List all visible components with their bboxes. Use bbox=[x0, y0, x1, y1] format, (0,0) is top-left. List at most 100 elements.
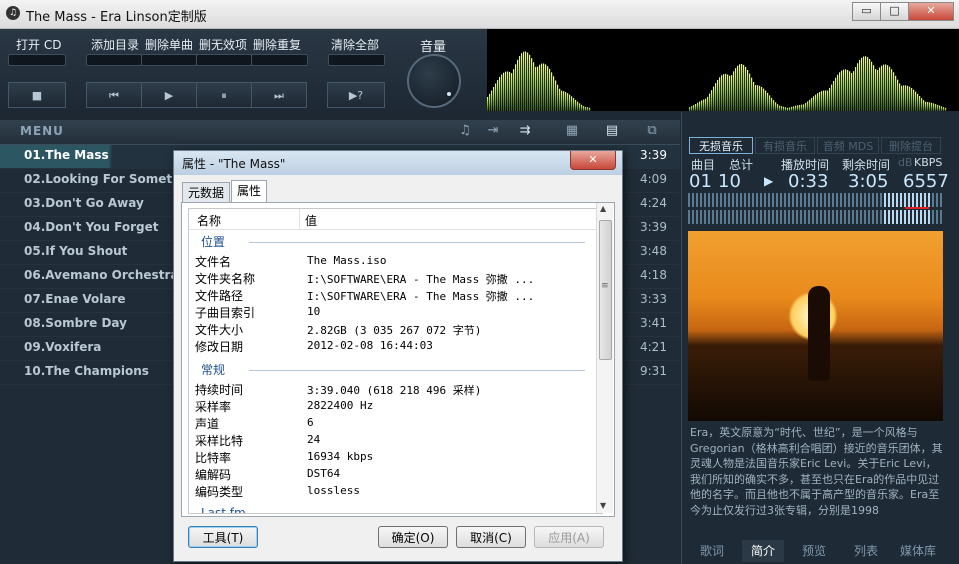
prev-button[interactable]: ⏮ bbox=[86, 82, 142, 108]
tab-lyrics[interactable]: 歌词 bbox=[690, 540, 734, 562]
spectrum-bar bbox=[535, 66, 537, 111]
tab-media-library[interactable]: 媒体库 bbox=[894, 540, 942, 562]
spectrum-bar bbox=[777, 104, 779, 111]
col-value-header[interactable]: 值 bbox=[305, 212, 317, 229]
col-divider[interactable] bbox=[299, 209, 300, 229]
spectrum-bar bbox=[921, 98, 923, 111]
sequential-icon[interactable]: ⇉ bbox=[516, 123, 534, 139]
next-button[interactable]: ⏭ bbox=[251, 82, 307, 108]
minimize-button[interactable]: ▭ bbox=[852, 2, 881, 21]
cancel-button[interactable]: 取消(C) bbox=[456, 526, 526, 548]
volume-knob[interactable] bbox=[407, 54, 461, 108]
spectrum-bar bbox=[859, 60, 861, 111]
property-name: 文件大小 bbox=[195, 323, 244, 337]
level-meter-right-peak bbox=[884, 210, 931, 224]
property-value[interactable]: 2822400 Hz bbox=[307, 399, 373, 412]
open-cd-button[interactable] bbox=[8, 54, 66, 66]
pause-button[interactable]: ⏸ bbox=[196, 82, 252, 108]
properties-scrollbar[interactable]: ▲ ≡ ▼ bbox=[596, 203, 613, 513]
col-name-header[interactable]: 名称 bbox=[197, 212, 221, 229]
dialog-close-button[interactable]: ✕ bbox=[570, 151, 616, 170]
property-value[interactable]: 2.82GB (3 035 267 072 字节) bbox=[307, 322, 481, 338]
property-value[interactable]: I:\SOFTWARE\ERA - The Mass 弥撒 ... bbox=[307, 271, 534, 287]
add-dir-button[interactable] bbox=[86, 54, 142, 66]
property-value[interactable]: I:\SOFTWARE\ERA - The Mass 弥撒 ... bbox=[307, 288, 534, 304]
spectrum-bar bbox=[715, 83, 717, 111]
tab-preview[interactable]: 预览 bbox=[792, 540, 836, 562]
del-dup-button[interactable] bbox=[251, 54, 308, 66]
spectrum-bar bbox=[879, 67, 881, 111]
open-cd-label: 打开 CD bbox=[16, 38, 62, 52]
spectrum-bar bbox=[789, 107, 791, 111]
spectrum-bar bbox=[533, 62, 535, 111]
track-title: 07.Enae Volare bbox=[24, 292, 126, 306]
property-value[interactable]: 16934 kbps bbox=[307, 450, 373, 463]
property-value[interactable]: lossless bbox=[307, 484, 360, 497]
stop-button[interactable]: ■ bbox=[8, 82, 66, 108]
tab-intro[interactable]: 简介 bbox=[742, 540, 784, 562]
window-mode-icon[interactable]: ⧉ bbox=[643, 123, 661, 139]
maximize-button[interactable]: □ bbox=[880, 2, 909, 21]
spectrum-bar bbox=[917, 93, 919, 111]
del-single-button[interactable] bbox=[141, 54, 197, 66]
property-value[interactable]: 24 bbox=[307, 433, 320, 446]
property-value[interactable]: 3:39.040 (618 218 496 采样) bbox=[307, 382, 481, 398]
property-value[interactable]: 10 bbox=[307, 305, 320, 318]
spectrum-bar bbox=[525, 51, 527, 111]
volume-knob-indicator bbox=[447, 92, 451, 96]
clear-all-button[interactable] bbox=[328, 54, 385, 66]
property-value[interactable]: 6 bbox=[307, 416, 314, 429]
spectrum-bar bbox=[543, 63, 545, 111]
random-button[interactable]: ▶? bbox=[327, 82, 385, 108]
spectrum-bar bbox=[575, 99, 577, 111]
tab-lossy[interactable]: 有损音乐 bbox=[755, 137, 815, 154]
close-button[interactable]: ✕ bbox=[908, 2, 954, 21]
scroll-thumb[interactable]: ≡ bbox=[599, 220, 612, 360]
spectrum-bar bbox=[811, 98, 813, 111]
scroll-down-icon[interactable]: ▼ bbox=[600, 501, 606, 510]
tab-audio-md5[interactable]: 音频 MDS bbox=[817, 137, 879, 154]
property-value[interactable]: DST64 bbox=[307, 467, 340, 480]
grid-view-icon[interactable]: ▦ bbox=[563, 123, 581, 139]
spectrum-bar bbox=[889, 66, 891, 111]
music-icon[interactable]: ♫ bbox=[456, 123, 474, 139]
tab-metadata[interactable]: 元数据 bbox=[182, 182, 231, 204]
import-icon[interactable]: ⇥ bbox=[484, 123, 502, 139]
section-header: 常规 bbox=[201, 363, 226, 377]
spectrum-bar bbox=[551, 72, 553, 111]
tab-lossless[interactable]: 无损音乐 bbox=[689, 137, 753, 154]
next-icon: ⏭ bbox=[274, 89, 284, 102]
spectrum-bar bbox=[931, 102, 933, 111]
db-header: dB bbox=[898, 156, 913, 169]
list-view-icon[interactable]: ▤ bbox=[603, 123, 621, 139]
tools-button[interactable]: 工具(T) bbox=[188, 526, 258, 548]
spectrum-bar bbox=[495, 83, 497, 111]
spectrum-bar bbox=[905, 85, 907, 111]
spectrum-bar bbox=[587, 107, 589, 111]
spectrum-bar bbox=[523, 51, 525, 111]
track-title: 05.If You Shout bbox=[24, 244, 128, 258]
property-value[interactable]: 2012-02-08 16:44:03 bbox=[307, 339, 433, 352]
spectrum-bar bbox=[865, 56, 867, 111]
spectrum-bar bbox=[899, 83, 901, 111]
track-title: 01.The Mass bbox=[24, 148, 109, 162]
ok-button[interactable]: 确定(O) bbox=[378, 526, 448, 548]
spectrum-bar bbox=[747, 69, 749, 111]
spectrum-bar bbox=[901, 85, 903, 111]
spectrum-bar bbox=[559, 88, 561, 111]
apply-button[interactable]: 应用(A) bbox=[534, 526, 604, 548]
play-button[interactable]: ▶ bbox=[141, 82, 197, 108]
tab-delete[interactable]: 删除提台 bbox=[881, 137, 941, 154]
spectrum-bar bbox=[573, 98, 575, 111]
property-value[interactable]: The Mass.iso bbox=[307, 254, 386, 267]
del-invalid-button[interactable] bbox=[196, 54, 252, 66]
property-name: 采样比特 bbox=[195, 434, 244, 448]
artist-bio: Era，英文原意为“时代、世纪”，是一个风格与Gregorian（格林高利合唱团… bbox=[690, 426, 943, 517]
spectrum-bar bbox=[773, 100, 775, 111]
tab-list[interactable]: 列表 bbox=[844, 540, 888, 562]
spectrum-bar bbox=[763, 88, 765, 111]
spectrum-bar bbox=[697, 102, 699, 111]
menu-label[interactable]: MENU bbox=[20, 124, 64, 138]
tab-properties[interactable]: 属性 bbox=[231, 180, 268, 204]
scroll-up-icon[interactable]: ▲ bbox=[600, 204, 606, 213]
